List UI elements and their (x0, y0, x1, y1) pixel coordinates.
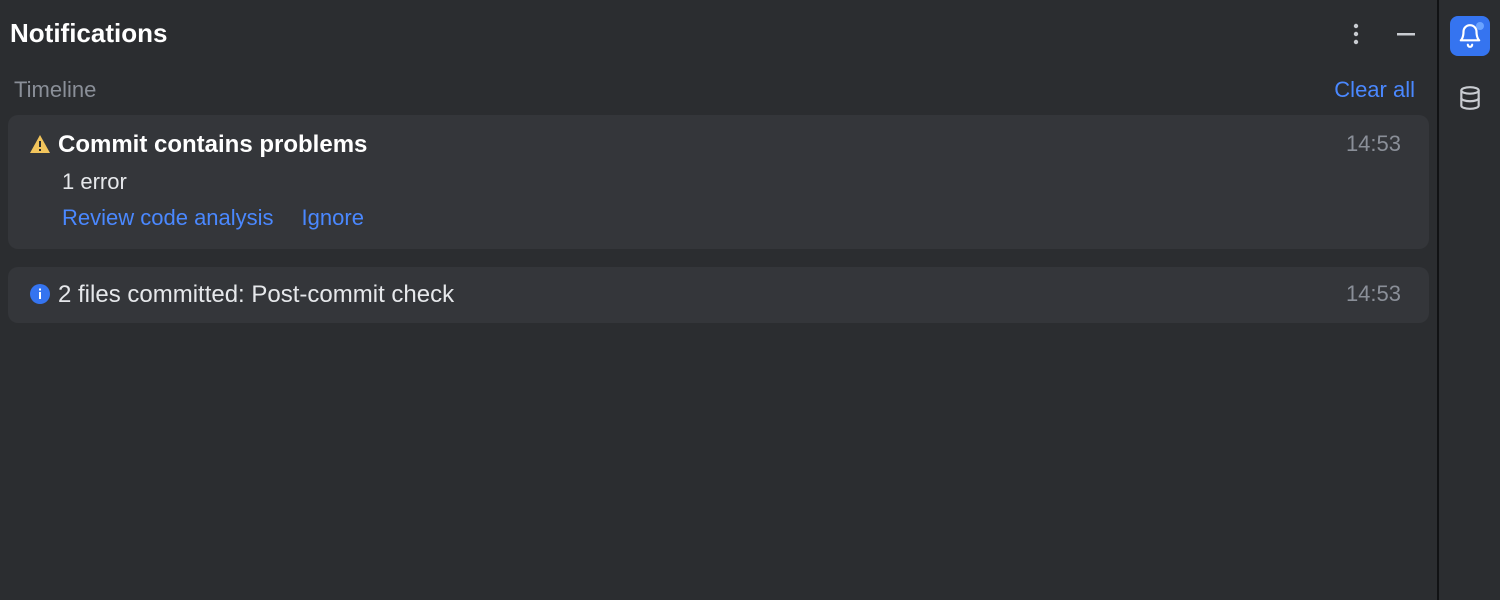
notifications-panel: Notifications Timeline Clear al (0, 0, 1438, 600)
notification-title: Commit contains problems (58, 131, 1346, 159)
notification-actions: Review code analysis Ignore (22, 205, 1401, 231)
notification-title: 2 files committed: Post-commit check (58, 281, 1346, 309)
ignore-link[interactable]: Ignore (302, 205, 364, 231)
notification-badge-dot (1476, 22, 1484, 30)
notification-list: Commit contains problems 14:53 1 error R… (0, 115, 1437, 323)
panel-title: Notifications (10, 18, 167, 49)
notification-time: 14:53 (1346, 281, 1401, 307)
more-options-button[interactable] (1343, 21, 1369, 47)
warning-icon (22, 131, 58, 157)
notification-time: 14:53 (1346, 131, 1401, 157)
vertical-dots-icon (1353, 23, 1359, 45)
panel-header-actions (1343, 21, 1419, 47)
section-label: Timeline (14, 77, 96, 103)
section-header: Timeline Clear all (0, 65, 1437, 115)
hide-panel-button[interactable] (1393, 21, 1419, 47)
clear-all-link[interactable]: Clear all (1334, 77, 1415, 103)
right-tool-strip (1438, 0, 1500, 600)
notification-body: 1 error (22, 169, 1401, 195)
notifications-tool-button[interactable] (1450, 16, 1490, 56)
review-code-analysis-link[interactable]: Review code analysis (62, 205, 274, 231)
panel-header: Notifications (0, 0, 1437, 65)
notification-card[interactable]: Commit contains problems 14:53 1 error R… (8, 115, 1429, 249)
database-tool-button[interactable] (1450, 78, 1490, 118)
database-icon (1457, 85, 1483, 111)
info-icon (22, 281, 58, 305)
notification-card[interactable]: 2 files committed: Post-commit check 14:… (8, 267, 1429, 323)
minimize-icon (1396, 24, 1416, 44)
